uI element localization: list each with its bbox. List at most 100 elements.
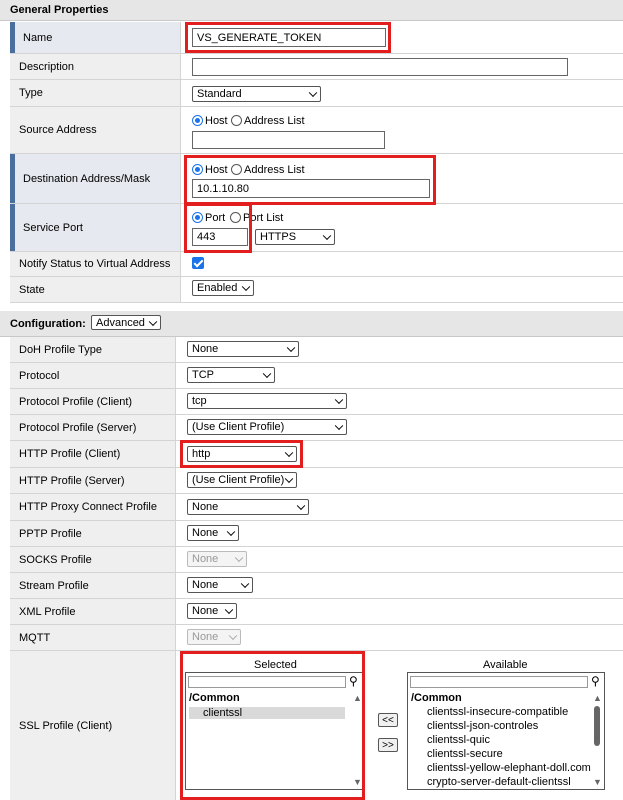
- socks-profile-select: None: [187, 551, 247, 567]
- scroll-down-icon[interactable]: ▼: [353, 777, 362, 787]
- port-input[interactable]: 443: [192, 228, 248, 246]
- destination-host-radio[interactable]: [192, 164, 203, 175]
- destination-label: Destination Address/Mask: [10, 154, 181, 203]
- port-list-radio[interactable]: [230, 212, 241, 223]
- ssl-available-item[interactable]: clientssl-secure: [427, 748, 590, 760]
- notify-checkbox[interactable]: [192, 257, 204, 269]
- protocol-profile-client-label: Protocol Profile (Client): [10, 389, 176, 414]
- http-proxy-connect-row: HTTP Proxy Connect Profile None: [10, 494, 623, 521]
- xml-profile-label: XML Profile: [10, 599, 176, 624]
- search-icon[interactable]: ⚲: [349, 674, 358, 688]
- name-input[interactable]: VS_GENERATE_TOKEN: [192, 28, 386, 47]
- source-address-input[interactable]: [192, 131, 385, 149]
- protocol-profile-client-row: Protocol Profile (Client) tcp: [10, 389, 623, 415]
- ssl-available-item[interactable]: clientssl-yellow-elephant-doll.com: [427, 762, 591, 774]
- http-profile-server-label: HTTP Profile (Server): [10, 468, 176, 493]
- name-value-cell: VS_GENERATE_TOKEN: [181, 22, 623, 53]
- ssl-available-item[interactable]: crypto-server-default-clientssl: [427, 776, 590, 788]
- state-row: State Enabled: [10, 277, 623, 303]
- destination-host-label: Host: [205, 164, 228, 176]
- ssl-available-item[interactable]: clientssl-json-controles: [427, 720, 590, 732]
- ssl-selected-group: /Common: [189, 692, 240, 704]
- configuration-header: Configuration: Advanced: [0, 311, 623, 337]
- search-icon[interactable]: ⚲: [591, 674, 600, 688]
- description-row: Description: [10, 54, 623, 80]
- socks-profile-row: SOCKS Profile None: [10, 547, 623, 573]
- ssl-available-item[interactable]: clientssl-quic: [427, 734, 590, 746]
- type-label: Type: [10, 80, 181, 106]
- destination-address-list-label: Address List: [244, 164, 305, 176]
- type-select[interactable]: Standard: [192, 86, 321, 102]
- state-label: State: [10, 277, 181, 302]
- doh-label: DoH Profile Type: [10, 337, 176, 362]
- xml-profile-row: XML Profile None: [10, 599, 623, 625]
- http-profile-server-select[interactable]: (Use Client Profile): [187, 472, 297, 488]
- ssl-selected-search[interactable]: [188, 676, 346, 688]
- socks-profile-label: SOCKS Profile: [10, 547, 176, 572]
- notify-label: Notify Status to Virtual Address: [10, 252, 181, 276]
- ssl-selected-list[interactable]: ⚲ /Common clientssl ▲ ▼: [185, 672, 363, 790]
- stream-profile-label: Stream Profile: [10, 573, 176, 598]
- ssl-selected-title: Selected: [254, 659, 297, 671]
- protocol-profile-server-label: Protocol Profile (Server): [10, 415, 176, 440]
- ssl-available-item[interactable]: clientssl-insecure-compatible: [427, 706, 590, 718]
- description-label: Description: [10, 54, 181, 79]
- type-row: Type Standard: [10, 80, 623, 107]
- service-port-row: Service Port Port Port List 443 HTTPS: [10, 204, 623, 252]
- ssl-available-search[interactable]: [410, 676, 588, 688]
- source-address-label: Source Address: [10, 107, 181, 153]
- protocol-profile-server-select[interactable]: (Use Client Profile): [187, 419, 347, 435]
- doh-select[interactable]: None: [187, 341, 299, 357]
- move-left-button[interactable]: <<: [378, 713, 398, 727]
- port-list-radio-label: Port List: [243, 212, 284, 224]
- notify-row: Notify Status to Virtual Address: [10, 252, 623, 277]
- source-host-label: Host: [205, 115, 228, 127]
- scrollbar-thumb[interactable]: [594, 706, 600, 746]
- ssl-profile-client-row: SSL Profile (Client) Selected ⚲ /Common …: [10, 651, 623, 800]
- description-input[interactable]: [192, 58, 568, 76]
- doh-row: DoH Profile Type None: [10, 337, 623, 363]
- protocol-profile-client-select[interactable]: tcp: [187, 393, 347, 409]
- configuration-mode-select[interactable]: Advanced: [91, 315, 161, 330]
- http-proxy-connect-select[interactable]: None: [187, 499, 309, 515]
- service-port-label: Service Port: [10, 204, 181, 251]
- ssl-available-list[interactable]: ⚲ /Common clientssl-insecure-compatible …: [407, 672, 605, 790]
- port-radio-label: Port: [205, 212, 226, 224]
- port-radio[interactable]: [192, 212, 203, 223]
- protocol-row: Protocol TCP: [10, 363, 623, 389]
- scroll-up-icon[interactable]: ▲: [593, 693, 602, 703]
- scroll-up-icon[interactable]: ▲: [353, 693, 362, 703]
- mqtt-row: MQTT None: [10, 625, 623, 651]
- http-profile-client-row: HTTP Profile (Client) http: [10, 441, 623, 468]
- http-proxy-connect-label: HTTP Proxy Connect Profile: [10, 494, 176, 520]
- ssl-available-group: /Common: [411, 692, 462, 704]
- name-row: Name VS_GENERATE_TOKEN: [10, 22, 623, 54]
- xml-profile-select[interactable]: None: [187, 603, 237, 619]
- destination-address-input[interactable]: 10.1.10.80: [192, 179, 430, 198]
- source-host-radio[interactable]: [192, 115, 203, 126]
- source-address-row: Source Address Host Address List: [10, 107, 623, 154]
- stream-profile-row: Stream Profile None: [10, 573, 623, 599]
- mqtt-select: None: [187, 629, 241, 645]
- source-address-list-radio[interactable]: [231, 115, 242, 126]
- http-profile-client-select[interactable]: http: [187, 446, 297, 462]
- scroll-down-icon[interactable]: ▼: [593, 777, 602, 787]
- move-right-button[interactable]: >>: [378, 738, 398, 752]
- ssl-selected-item[interactable]: clientssl: [189, 707, 345, 719]
- http-profile-server-row: HTTP Profile (Server) (Use Client Profil…: [10, 468, 623, 494]
- source-address-list-label: Address List: [244, 115, 305, 127]
- destination-address-list-radio[interactable]: [231, 164, 242, 175]
- general-properties-title: General Properties: [10, 4, 109, 16]
- state-select[interactable]: Enabled: [192, 280, 254, 296]
- pptp-profile-select[interactable]: None: [187, 525, 239, 541]
- configuration-title: Configuration:: [10, 318, 86, 330]
- ssl-profile-client-label: SSL Profile (Client): [10, 651, 176, 800]
- protocol-profile-server-row: Protocol Profile (Server) (Use Client Pr…: [10, 415, 623, 441]
- pptp-profile-row: PPTP Profile None: [10, 521, 623, 547]
- stream-profile-select[interactable]: None: [187, 577, 253, 593]
- general-properties-header: General Properties: [0, 0, 623, 21]
- port-service-select[interactable]: HTTPS: [255, 229, 335, 245]
- protocol-select[interactable]: TCP: [187, 367, 275, 383]
- name-label: Name: [10, 22, 181, 53]
- http-profile-client-label: HTTP Profile (Client): [10, 441, 176, 467]
